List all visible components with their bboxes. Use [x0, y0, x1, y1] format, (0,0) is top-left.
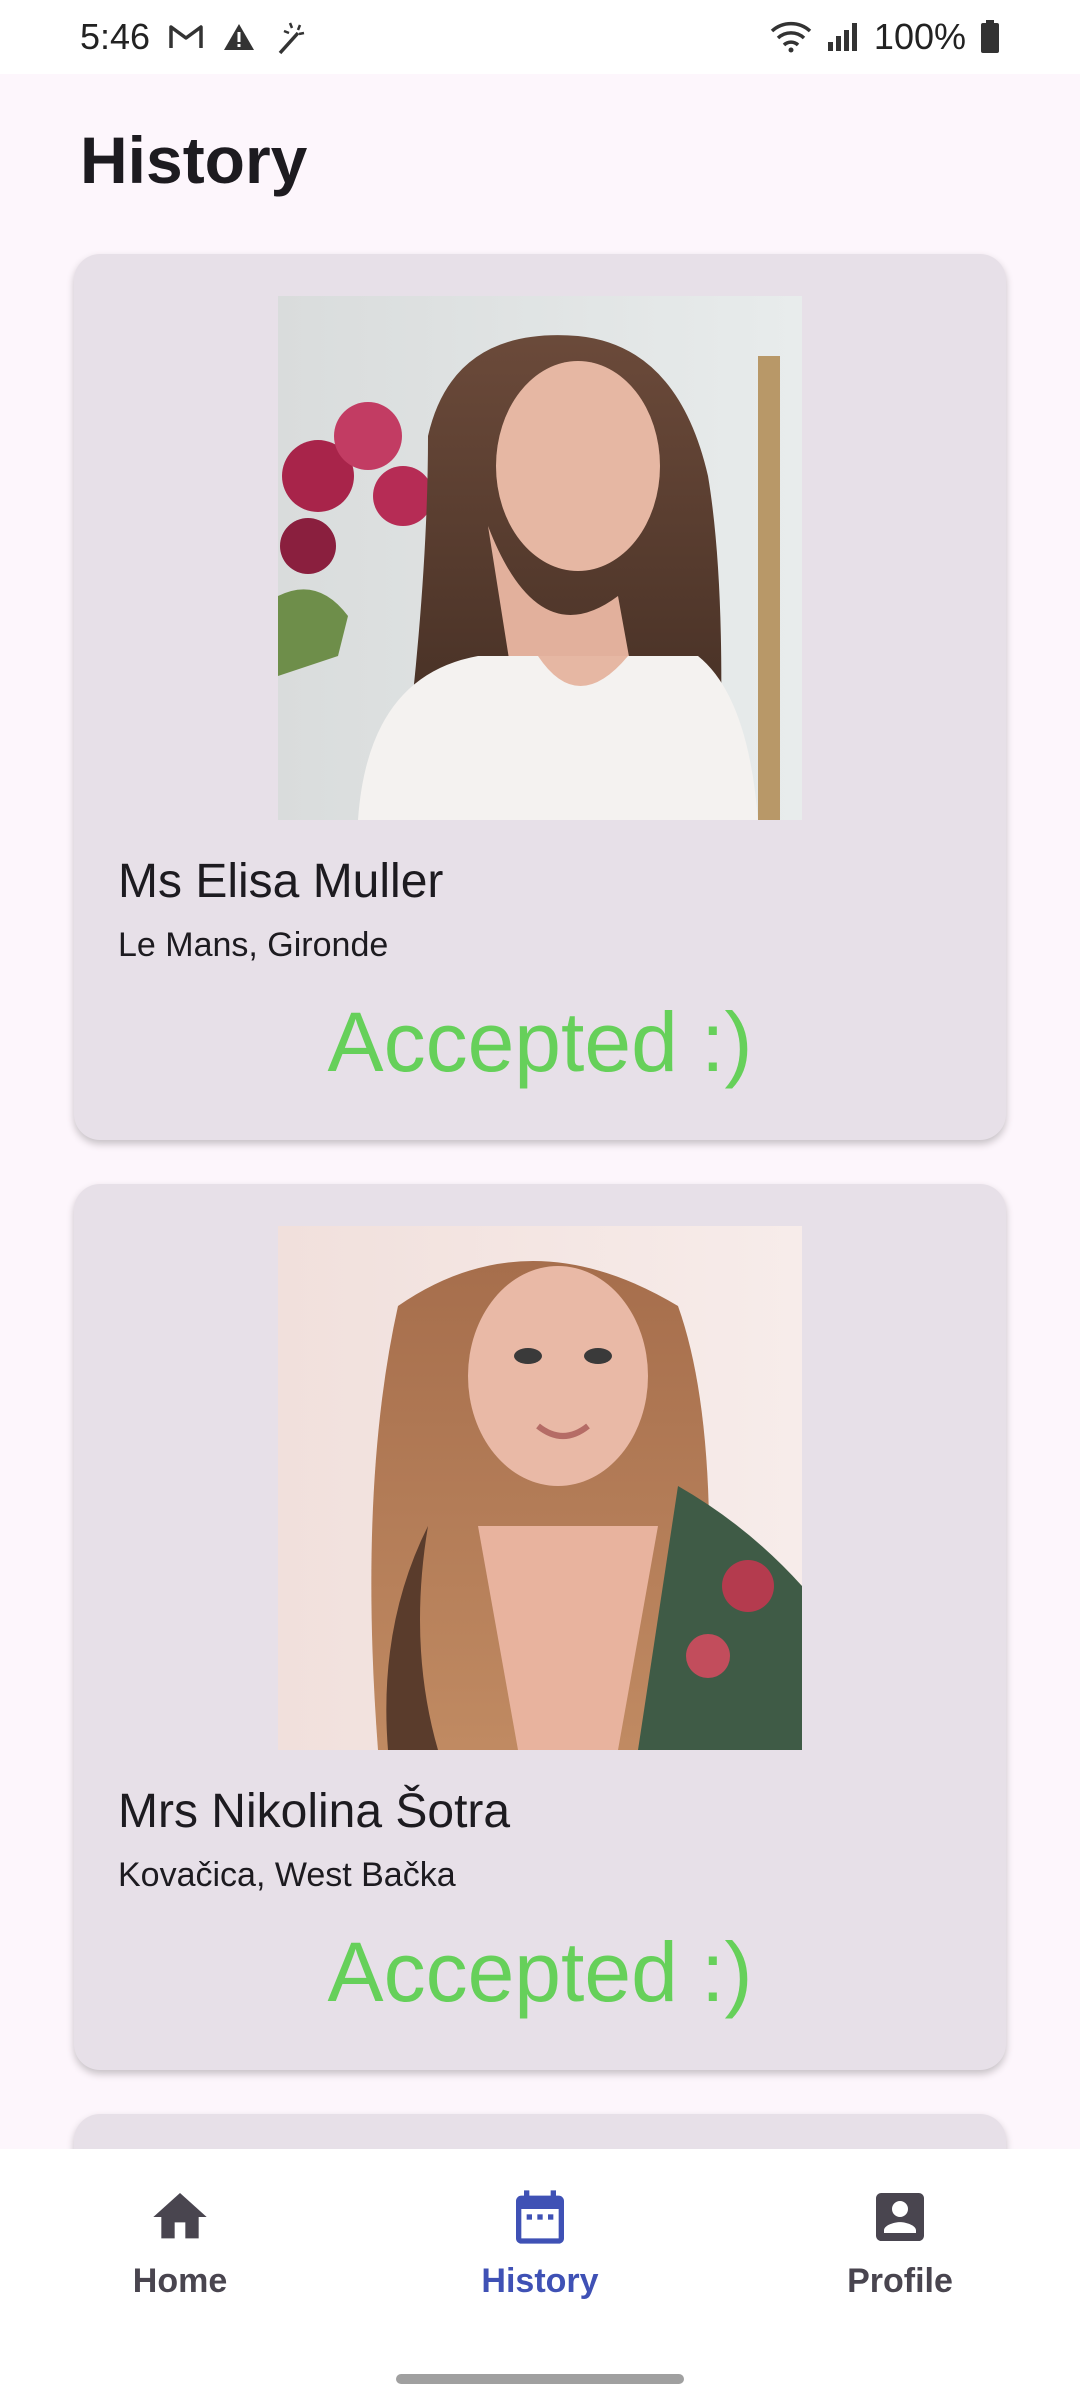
account-box-icon [868, 2185, 932, 2254]
status-bar: 5:46 100% [0, 0, 1080, 74]
status-time: 5:46 [80, 16, 151, 57]
nav-home[interactable]: Home [30, 2149, 330, 2400]
status-label: Accepted :) [327, 995, 753, 1089]
magic-wand-icon [274, 19, 312, 55]
nav-history-label: History [481, 2262, 599, 2300]
history-card[interactable]: Ms Elisa Muller Le Mans, Gironde Accepte… [74, 254, 1006, 1140]
page-title: History [80, 123, 308, 197]
nav-profile-label: Profile [847, 2262, 953, 2300]
battery-icon [980, 20, 1000, 54]
home-gesture-bar[interactable] [396, 2374, 684, 2384]
nav-profile[interactable]: Profile [750, 2149, 1050, 2400]
history-card[interactable]: Mrs Nikolina Šotra Kovačica, West Bačka … [74, 1184, 1006, 2070]
profile-photo [278, 296, 802, 820]
nav-history[interactable]: History [390, 2149, 690, 2400]
person-name: Mrs Nikolina Šotra [118, 1785, 511, 1838]
history-screen: History Ms Elisa Muller Le Mans, Gironde… [0, 74, 1080, 2149]
history-list[interactable]: Ms Elisa Muller Le Mans, Gironde Accepte… [74, 254, 1006, 2149]
signal-icon [826, 22, 860, 52]
wifi-icon [770, 21, 812, 53]
bottom-navigation: Home History Profile [0, 2149, 1080, 2400]
warning-icon [222, 22, 256, 52]
history-card[interactable] [74, 2114, 1006, 2149]
nav-home-label: Home [132, 2262, 228, 2300]
calendar-icon [508, 2185, 572, 2254]
profile-photo [278, 1226, 802, 1750]
person-location: Le Mans, Gironde [118, 926, 389, 964]
status-label: Accepted :) [327, 1925, 753, 2019]
person-name: Ms Elisa Muller [118, 855, 444, 908]
gmail-icon [168, 23, 204, 51]
person-location: Kovačica, West Bačka [118, 1856, 456, 1894]
battery-percent: 100% [873, 16, 966, 57]
home-icon [148, 2185, 212, 2254]
